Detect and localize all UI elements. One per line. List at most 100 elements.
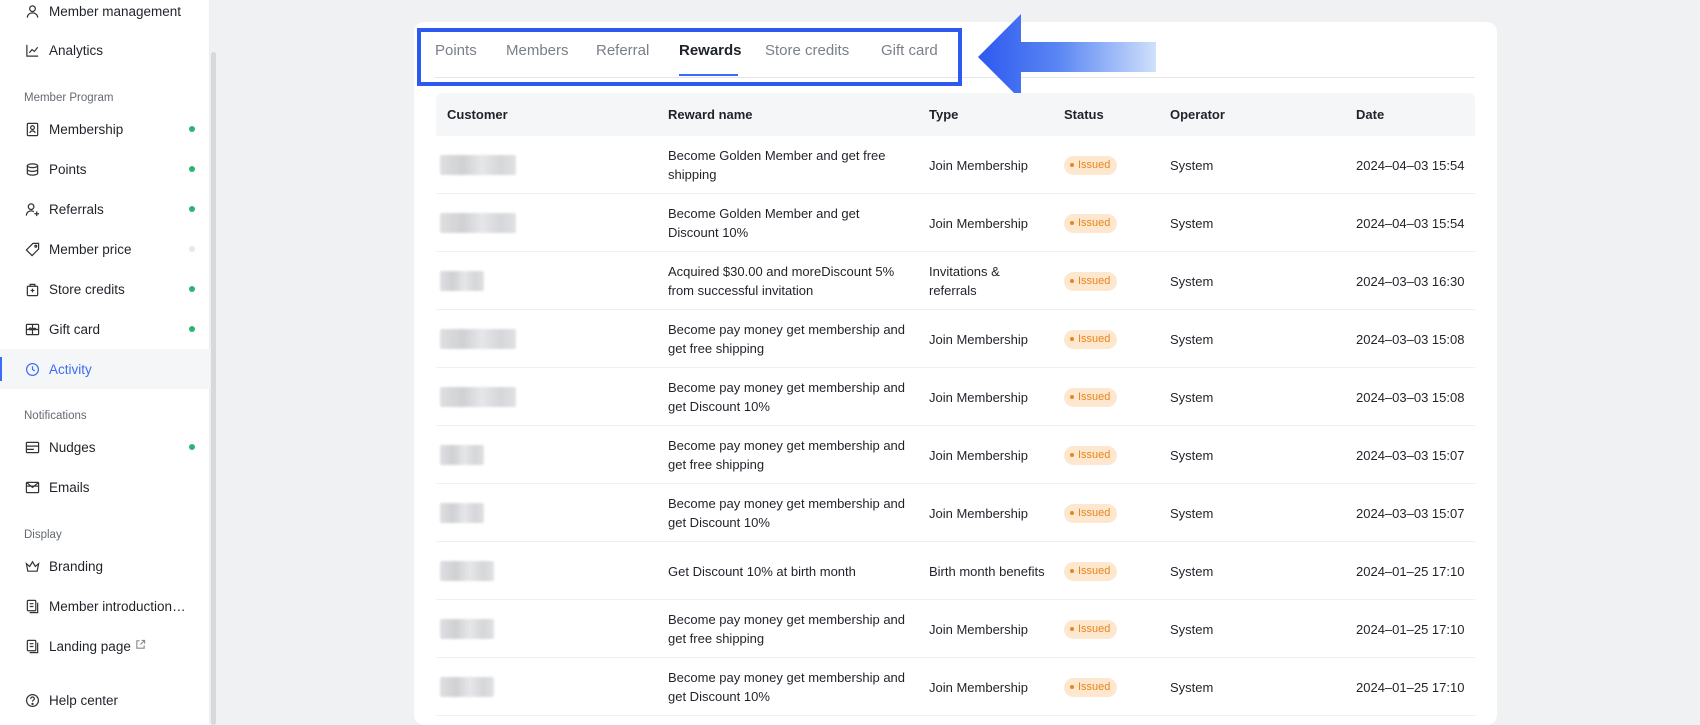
- redacted-customer: [440, 329, 516, 349]
- customer-cell: [440, 368, 640, 426]
- sidebar: Member management Analytics Member Progr…: [0, 0, 210, 725]
- status-dot: [189, 206, 195, 212]
- date-cell: 2024–03–03 15:07: [1356, 505, 1465, 521]
- table-row: Become pay money get membership and get …: [436, 310, 1475, 368]
- status-badge: Issued: [1064, 329, 1118, 349]
- table-row: Become pay money get membership and get …: [436, 658, 1475, 716]
- reward-name-cell: Acquired $30.00 and moreDiscount 5% from…: [668, 264, 895, 298]
- customer-cell: [440, 542, 640, 600]
- sidebar-item-label: Store credits: [49, 281, 125, 297]
- sidebar-item-referrals[interactable]: Referrals: [0, 189, 210, 229]
- sidebar-item-activity[interactable]: Activity: [0, 349, 210, 389]
- sidebar-item-membership[interactable]: Membership: [0, 109, 210, 149]
- redacted-customer: [440, 677, 494, 697]
- column-header-type: Type: [929, 107, 959, 122]
- operator-cell: System: [1170, 389, 1214, 405]
- reward-name-cell: Become pay money get membership and get …: [668, 438, 906, 472]
- mail-icon: [24, 479, 40, 495]
- customer-cell: [440, 136, 640, 194]
- sidebar-item-gift-card[interactable]: Gift card: [0, 309, 210, 349]
- tabs-highlight-box: [417, 28, 962, 86]
- sidebar-scrollbar[interactable]: [211, 52, 216, 725]
- status-badge: Issued: [1064, 677, 1118, 697]
- sidebar-item-label: Landing page: [49, 638, 131, 654]
- type-cell: Join Membership: [929, 621, 1028, 637]
- type-cell: Join Membership: [929, 389, 1028, 405]
- type-cell: Join Membership: [929, 215, 1028, 231]
- redacted-customer: [440, 387, 516, 407]
- operator-cell: System: [1170, 447, 1214, 463]
- sidebar-item-member-price[interactable]: Member price: [0, 229, 210, 269]
- sidebar-item-points[interactable]: Points: [0, 149, 210, 189]
- table-row: Become pay money get membership and get …: [436, 600, 1475, 658]
- sidebar-item-label: Nudges: [49, 439, 96, 455]
- table-row: Become pay money get membership and get …: [436, 368, 1475, 426]
- sidebar-item-analytics[interactable]: Analytics: [0, 30, 210, 70]
- status-cell: Issued: [1064, 368, 1154, 426]
- operator-cell: System: [1170, 505, 1214, 521]
- type-cell: Join Membership: [929, 447, 1028, 463]
- sidebar-item-label: Gift card: [49, 321, 101, 337]
- reward-name-cell: Get Discount 10% at birth month: [668, 563, 856, 579]
- window-icon: [24, 439, 40, 455]
- sidebar-item-label: Branding: [49, 558, 104, 574]
- sidebar-item-store-credits[interactable]: Store credits: [0, 269, 210, 309]
- table-row: Become pay money get membership and get …: [436, 484, 1475, 542]
- customer-cell: [440, 658, 640, 716]
- table-row: Acquired $30.00 and moreDiscount 5% from…: [436, 252, 1475, 310]
- reward-name-cell: Become pay money get membership and get …: [668, 612, 906, 646]
- sidebar-item-branding[interactable]: Branding: [0, 546, 210, 586]
- column-header-status: Status: [1064, 107, 1104, 122]
- sidebar-item-nudges[interactable]: Nudges: [0, 427, 210, 467]
- left-arrow-icon: [978, 14, 1156, 100]
- operator-cell: System: [1170, 157, 1214, 173]
- table-row: Become pay money get membership and get …: [436, 426, 1475, 484]
- section-title-notifications: Notifications: [24, 410, 87, 422]
- status-badge: Issued: [1064, 387, 1118, 407]
- redacted-customer: [440, 213, 516, 233]
- status-dot: [189, 246, 195, 252]
- status-dot: [189, 286, 195, 292]
- status-cell: Issued: [1064, 136, 1154, 194]
- date-cell: 2024–04–03 15:54: [1356, 157, 1465, 173]
- operator-cell: System: [1170, 331, 1214, 347]
- status-badge: Issued: [1064, 503, 1118, 523]
- date-cell: 2024–03–03 16:30: [1356, 273, 1465, 289]
- date-cell: 2024–01–25 17:10: [1356, 621, 1465, 637]
- status-cell: Issued: [1064, 252, 1154, 310]
- user-icon: [24, 3, 40, 19]
- status-badge: Issued: [1064, 619, 1118, 639]
- reward-name-cell: Become Golden Member and get free shippi…: [668, 148, 886, 182]
- external-link-icon: [135, 639, 146, 653]
- column-header-operator: Operator: [1170, 107, 1225, 122]
- sidebar-item-label: Member price: [49, 241, 132, 257]
- rewards-table: Customer Reward name Type Status Operato…: [436, 93, 1475, 716]
- coins-icon: [24, 161, 40, 177]
- type-cell: Join Membership: [929, 157, 1028, 173]
- table-row: Get Discount 10% at birth month Birth mo…: [436, 542, 1475, 600]
- sidebar-item-label: Points: [49, 161, 87, 177]
- chart-line-icon: [24, 42, 40, 58]
- sidebar-item-label: Member management: [49, 3, 182, 19]
- sidebar-item-member-introduction-page[interactable]: Member introduction page: [0, 586, 210, 626]
- sidebar-item-label: Referrals: [49, 201, 104, 217]
- tag-icon: [24, 241, 40, 257]
- status-cell: Issued: [1064, 310, 1154, 368]
- gift-icon: [24, 321, 40, 337]
- sidebar-item-label: Emails: [49, 479, 90, 495]
- sidebar-item-help-center[interactable]: Help center: [0, 680, 210, 720]
- user-plus-icon: [24, 201, 40, 217]
- date-cell: 2024–04–03 15:54: [1356, 215, 1465, 231]
- status-cell: Issued: [1064, 484, 1154, 542]
- sidebar-item-emails[interactable]: Emails: [0, 467, 210, 507]
- date-cell: 2024–01–25 17:10: [1356, 679, 1465, 695]
- status-badge: Issued: [1064, 155, 1118, 175]
- operator-cell: System: [1170, 273, 1214, 289]
- type-cell: Join Membership: [929, 505, 1028, 521]
- table-row: Become Golden Member and get Discount 10…: [436, 194, 1475, 252]
- sidebar-item-landing-page[interactable]: Landing page: [0, 626, 210, 666]
- reward-name-cell: Become pay money get membership and get …: [668, 670, 906, 704]
- operator-cell: System: [1170, 621, 1214, 637]
- customer-cell: [440, 252, 640, 310]
- sidebar-item-member-management[interactable]: Member management: [0, 0, 210, 31]
